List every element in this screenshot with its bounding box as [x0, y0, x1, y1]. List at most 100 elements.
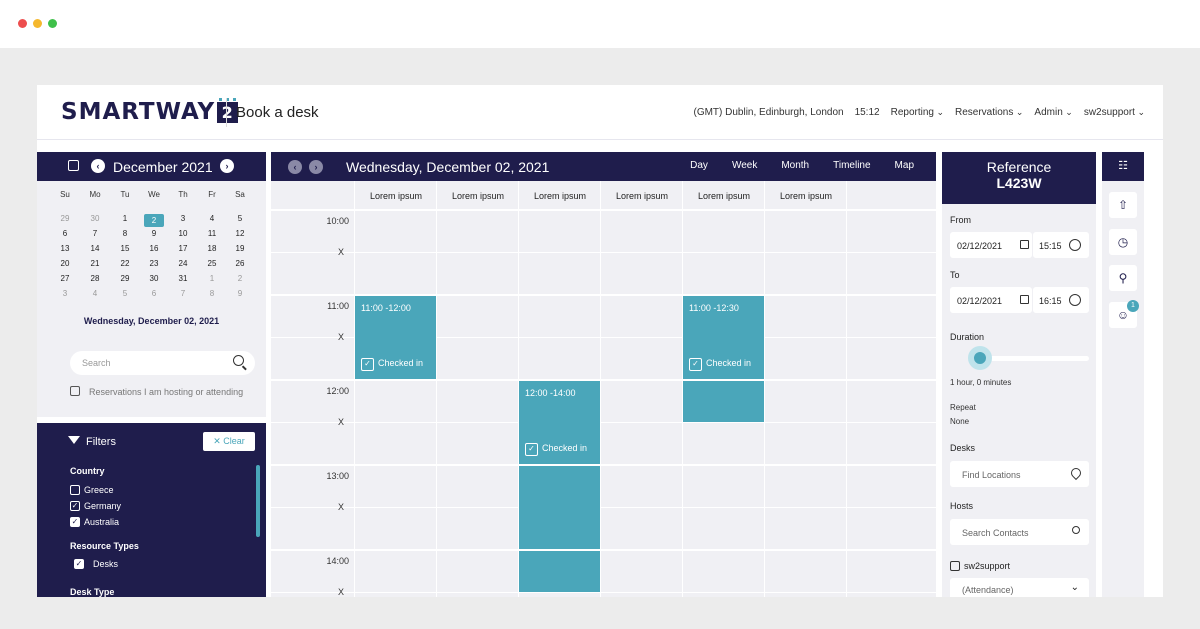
calendar-day[interactable]: 30 [144, 274, 164, 283]
filters-scrollbar[interactable] [256, 465, 260, 537]
calendar-day[interactable]: 1 [202, 274, 222, 283]
time-button[interactable]: ◷ [1109, 229, 1137, 255]
calendar-day[interactable]: 30 [85, 214, 105, 223]
australia-checkbox[interactable]: ✓ [70, 517, 80, 527]
host-checkbox[interactable] [950, 561, 960, 571]
booking-event-continued[interactable] [519, 466, 600, 549]
calendar-day[interactable]: 3 [55, 289, 75, 298]
calendar-day[interactable]: 4 [202, 214, 222, 223]
next-day-button[interactable]: › [309, 160, 323, 174]
column-header: Lorem ipsum [697, 191, 751, 201]
prev-month-button[interactable]: ‹ [91, 159, 105, 173]
calendar-day[interactable]: 29 [115, 274, 135, 283]
calendar-day[interactable]: 21 [85, 259, 105, 268]
calendar-day[interactable]: 28 [85, 274, 105, 283]
calendar-day[interactable]: 12 [230, 229, 250, 238]
calendar-day[interactable]: 22 [115, 259, 135, 268]
calendar-day[interactable]: 9 [144, 229, 164, 238]
calendar-day[interactable]: 2 [230, 274, 250, 283]
calendar-day[interactable]: 4 [85, 289, 105, 298]
rail-top-button[interactable]: ☷ [1102, 152, 1144, 181]
clock-icon[interactable] [1069, 294, 1081, 306]
next-month-button[interactable]: › [220, 159, 234, 173]
germany-checkbox[interactable]: ✓ [70, 501, 80, 511]
calendar-day[interactable]: 29 [55, 214, 75, 223]
calendar-day[interactable]: 11 [202, 229, 222, 238]
calendar-day[interactable]: 15 [115, 244, 135, 253]
minimize-dot[interactable] [33, 19, 42, 28]
menu-user[interactable]: sw2support [1084, 107, 1145, 118]
view-week[interactable]: Week [732, 160, 757, 171]
top-header: SMARTWAY 2 Book a desk (GMT) Dublin, Edin… [37, 85, 1163, 140]
calendar-day[interactable]: 19 [230, 244, 250, 253]
to-time-field[interactable]: 16:15 [1033, 287, 1089, 313]
view-timeline[interactable]: Timeline [833, 160, 870, 171]
calendar-day[interactable]: 14 [85, 244, 105, 253]
calendar-day[interactable]: 20 [55, 259, 75, 268]
booking-event[interactable]: 11:00 -12:00 Checked in [355, 296, 436, 379]
attendance-select[interactable]: (Attendance) ⌄ [950, 578, 1089, 597]
maximize-dot[interactable] [48, 19, 57, 28]
calendar-day[interactable]: 1 [115, 214, 135, 223]
from-date-field[interactable]: 02/12/2021 [950, 232, 1032, 258]
menu-admin[interactable]: Admin [1034, 107, 1072, 118]
location-button[interactable]: ⚲ [1109, 265, 1137, 291]
from-time-field[interactable]: 15:15 [1033, 232, 1089, 258]
calendar-day[interactable]: 27 [55, 274, 75, 283]
calendar-day[interactable]: 3 [173, 214, 193, 223]
calendar-icon[interactable] [1020, 295, 1029, 304]
calendar-day[interactable]: 10 [173, 229, 193, 238]
calendar-day[interactable]: 25 [202, 259, 222, 268]
calendar-day[interactable]: 5 [230, 214, 250, 223]
calendar-day[interactable]: 6 [55, 229, 75, 238]
search-contacts-input[interactable]: Search Contacts [950, 519, 1089, 545]
calendar-day[interactable]: 31 [173, 274, 193, 283]
booking-event-continued[interactable] [519, 551, 600, 592]
booking-event-continued[interactable] [683, 381, 764, 422]
weekday-label: Su [60, 190, 70, 199]
clock-icon[interactable] [1069, 239, 1081, 251]
to-date-field[interactable]: 02/12/2021 [950, 287, 1032, 313]
booking-event[interactable]: 11:00 -12:30 Checked in [683, 296, 764, 379]
desks-checkbox[interactable]: ✓ [74, 559, 84, 569]
upload-button[interactable]: ⇧ [1109, 192, 1137, 218]
search-contacts-placeholder: Search Contacts [962, 528, 1029, 538]
menu-reservations[interactable]: Reservations [955, 107, 1023, 118]
find-locations-input[interactable]: Find Locations [950, 461, 1089, 487]
hosting-checkbox[interactable] [70, 386, 80, 396]
calendar-day[interactable]: 2 [144, 214, 164, 227]
calendar-icon[interactable] [1020, 240, 1029, 249]
menu-reporting[interactable]: Reporting [891, 107, 944, 118]
duration-slider-handle[interactable] [968, 346, 992, 370]
view-day[interactable]: Day [690, 160, 708, 171]
view-map[interactable]: Map [895, 160, 914, 171]
search-icon[interactable] [233, 355, 244, 366]
calendar-day[interactable]: 5 [115, 289, 135, 298]
calendar-day[interactable]: 9 [230, 289, 250, 298]
view-switcher: Day Week Month Timeline Map [690, 160, 914, 171]
calendar-day[interactable]: 26 [230, 259, 250, 268]
prev-day-button[interactable]: ‹ [288, 160, 302, 174]
search-input[interactable]: Search [70, 351, 255, 375]
calendar-day[interactable]: 7 [85, 229, 105, 238]
calendar-day[interactable]: 18 [202, 244, 222, 253]
calendar-day[interactable]: 16 [144, 244, 164, 253]
calendar-day[interactable]: 13 [55, 244, 75, 253]
brand-logo[interactable]: SMARTWAY 2 [61, 98, 239, 125]
calendar-day[interactable]: 7 [173, 289, 193, 298]
calendar-day[interactable]: 17 [173, 244, 193, 253]
booking-event[interactable]: 12:00 -14:00 Checked in [519, 381, 600, 464]
view-month[interactable]: Month [781, 160, 809, 171]
greece-checkbox[interactable] [70, 485, 80, 495]
calendar-day[interactable]: 8 [202, 289, 222, 298]
close-dot[interactable] [18, 19, 27, 28]
calendar-day[interactable]: 8 [115, 229, 135, 238]
calendar-day[interactable]: 23 [144, 259, 164, 268]
calendar-day[interactable]: 24 [173, 259, 193, 268]
calendar-day[interactable]: 6 [144, 289, 164, 298]
event-time: 12:00 -14:00 [525, 388, 576, 398]
search-placeholder: Search [82, 358, 111, 368]
checked-in-status: Checked in [689, 358, 751, 371]
clear-button[interactable]: ✕ Clear [203, 432, 255, 451]
checked-in-status: Checked in [525, 443, 587, 456]
